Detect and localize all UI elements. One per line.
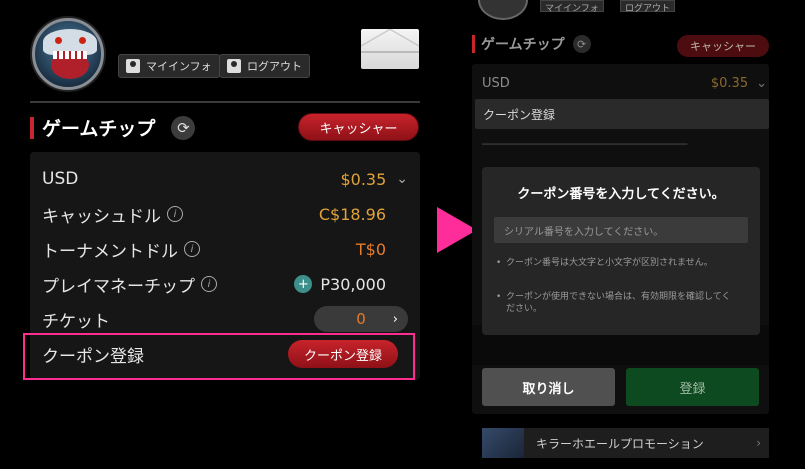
- cash-dollar-value: C$18.96: [318, 204, 386, 224]
- my-info-button[interactable]: マイインフォ: [540, 0, 604, 14]
- chevron-down-icon[interactable]: ⌄: [756, 76, 767, 91]
- ticket-row: チケット 0 ›: [42, 304, 408, 334]
- section-header: ゲームチップ ⟳: [30, 114, 196, 141]
- ticket-count: 0: [356, 310, 366, 328]
- dimmed-row: ━━━━━━━━━━━━━━━━━━━━━━━━━━━━━━━: [482, 138, 688, 151]
- header-strip: マイインフォ ログアウト: [472, 0, 805, 20]
- usd-value: $0.35: [340, 169, 387, 189]
- mail-icon[interactable]: [361, 29, 419, 69]
- tournament-dollar-value: T$0: [355, 239, 386, 259]
- usd-label: USD: [482, 76, 510, 91]
- cash-dollar-row: キャッシュドル i C$18.96: [42, 199, 408, 229]
- logout-icon: [227, 59, 241, 73]
- logout-button[interactable]: ログアウト: [219, 54, 310, 78]
- arrow-right-icon: [437, 207, 477, 253]
- promotion-label: キラーホエールプロモーション: [536, 436, 704, 451]
- tournament-dollar-row: トーナメントドル i T$0: [42, 234, 408, 264]
- expiry-note: クーポンが使用できない場合は、有効期限を確認してください。: [496, 291, 736, 315]
- logout-label: ログアウト: [247, 60, 302, 73]
- coupon-dialog: クーポン番号を入力してください。 シリアル番号を入力してください。 クーポン番号…: [482, 167, 760, 335]
- plus-icon[interactable]: +: [294, 275, 313, 293]
- section-title: ゲームチップ: [42, 118, 156, 140]
- dialog-title: クーポン番号を入力してください。: [517, 187, 725, 202]
- register-button[interactable]: 登録: [626, 368, 759, 406]
- play-money-row: プレイマネーチップ i + P30,000: [42, 269, 408, 299]
- chevron-down-icon[interactable]: ⌄: [396, 171, 408, 187]
- promotion-banner[interactable]: キラーホエールプロモーション ›: [482, 428, 769, 458]
- refresh-icon[interactable]: ⟳: [171, 115, 196, 140]
- case-insensitive-note: クーポン番号は大文字と小文字が区別されません。: [496, 257, 736, 269]
- serial-number-input[interactable]: シリアル番号を入力してください。: [494, 217, 748, 243]
- my-info-button[interactable]: マイインフォ: [118, 54, 220, 78]
- promotion-thumbnail: [482, 428, 524, 458]
- ticket-label: チケット: [42, 311, 110, 332]
- wallet-panel: マイインフォ ログアウト ゲームチップ ⟳ キャッシャー USD $0.35 ⌄…: [0, 0, 430, 469]
- section-title: ゲームチップ: [481, 37, 565, 53]
- usd-value: $0.35: [710, 76, 749, 91]
- user-icon: [126, 59, 140, 73]
- logout-button[interactable]: ログアウト: [620, 0, 676, 14]
- avatar[interactable]: [32, 18, 104, 90]
- my-info-label: マイインフォ: [146, 60, 212, 73]
- tournament-dollar-label: トーナメントドル: [42, 241, 178, 262]
- play-money-value: P30,000: [320, 274, 386, 294]
- cashier-button[interactable]: キャッシャー: [677, 35, 769, 57]
- chevron-right-icon: ›: [392, 311, 398, 327]
- chevron-right-icon: ›: [756, 436, 761, 450]
- ticket-button[interactable]: 0 ›: [314, 306, 408, 332]
- play-money-label: プレイマネーチップ: [42, 276, 195, 297]
- refresh-icon[interactable]: ⟳: [572, 35, 591, 53]
- usd-row[interactable]: USD $0.35 ⌄: [482, 76, 767, 91]
- cashier-button[interactable]: キャッシャー: [298, 113, 419, 141]
- accent-bar: [30, 116, 34, 139]
- usd-row[interactable]: USD $0.35 ⌄: [42, 164, 408, 194]
- highlight-frame: [23, 333, 415, 380]
- info-icon[interactable]: i: [201, 276, 217, 292]
- cash-dollar-label: キャッシュドル: [42, 206, 161, 227]
- info-icon[interactable]: i: [167, 206, 183, 222]
- cancel-button[interactable]: 取り消し: [482, 368, 615, 406]
- avatar[interactable]: [478, 0, 528, 20]
- coupon-dropdown-item[interactable]: クーポン登録: [475, 99, 769, 129]
- coupon-dialog-screen: マイインフォ ログアウト ゲームチップ ⟳ キャッシャー USD $0.35 ⌄…: [472, 0, 805, 469]
- info-icon[interactable]: i: [184, 241, 200, 257]
- usd-label: USD: [42, 169, 79, 189]
- divider: [30, 101, 420, 103]
- accent-bar: [472, 35, 475, 53]
